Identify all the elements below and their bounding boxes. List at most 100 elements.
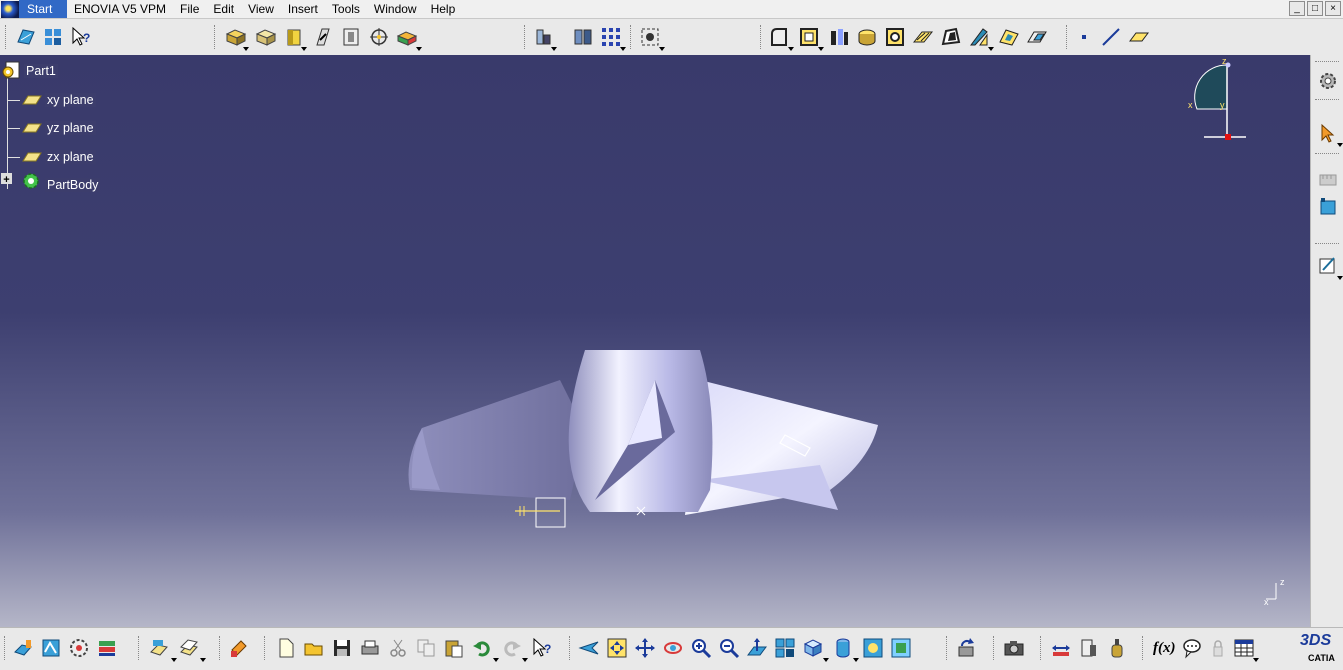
insert-body-icon[interactable] — [533, 26, 555, 48]
apply-material-icon[interactable] — [228, 637, 250, 659]
draft-icon[interactable] — [828, 26, 850, 48]
toolbar-grip[interactable] — [1066, 25, 1069, 49]
tree-node-part1[interactable]: Part1 — [24, 64, 58, 78]
3d-viewport[interactable]: Part1 xy plane yz plane zx plane + PartB… — [0, 55, 1310, 627]
toolbar-grip[interactable] — [219, 636, 222, 660]
hide-show-icon[interactable] — [862, 637, 884, 659]
geometry-icon[interactable] — [12, 637, 34, 659]
formula-icon[interactable]: f(x) — [1153, 640, 1176, 657]
toolbar-grip[interactable] — [1315, 243, 1339, 246]
toolbar-grip[interactable] — [993, 636, 996, 660]
new-file-icon[interactable] — [275, 637, 297, 659]
menu-tools[interactable]: Tools — [325, 0, 367, 18]
toolbar-grip[interactable] — [524, 25, 527, 49]
zx-plane-icon[interactable] — [22, 152, 42, 162]
zoom-in-icon[interactable] — [690, 637, 712, 659]
help-icon[interactable]: ? — [531, 637, 553, 659]
tree-node-partbody[interactable]: PartBody — [45, 178, 101, 192]
toolbar-grip[interactable] — [1040, 636, 1043, 660]
boolean-icon[interactable] — [572, 26, 594, 48]
menu-file[interactable]: File — [173, 0, 206, 18]
select-arrow-icon[interactable] — [1317, 122, 1339, 144]
thickness-icon[interactable] — [884, 26, 906, 48]
menu-help[interactable]: Help — [424, 0, 463, 18]
open-folder-icon[interactable] — [303, 637, 325, 659]
toolbar-grip[interactable] — [214, 25, 217, 49]
minimize-button[interactable]: _ — [1289, 1, 1305, 16]
measure-between-icon[interactable] — [1050, 637, 1072, 659]
yz-plane-icon[interactable] — [22, 123, 42, 133]
pocket-icon[interactable] — [255, 26, 277, 48]
gear-wheel-icon[interactable] — [68, 637, 90, 659]
toolbar-grip[interactable] — [5, 25, 8, 49]
update-icon[interactable] — [955, 637, 977, 659]
lock-icon[interactable] — [1207, 637, 1229, 659]
shaft-icon[interactable] — [283, 26, 305, 48]
zoom-out-icon[interactable] — [718, 637, 740, 659]
pad-icon[interactable] — [225, 26, 247, 48]
toolbar-grip[interactable] — [630, 25, 633, 49]
save-icon[interactable] — [331, 637, 353, 659]
plane-icon[interactable] — [1128, 26, 1150, 48]
redo-icon[interactable] — [501, 637, 523, 659]
menu-enovia[interactable]: ENOVIA V5 VPM — [67, 0, 173, 18]
toolbar-grip[interactable] — [138, 636, 141, 660]
measure-icon[interactable] — [1317, 167, 1339, 189]
sketcher-gear-icon[interactable] — [1317, 70, 1339, 92]
undo-icon[interactable] — [471, 637, 493, 659]
rotate-icon[interactable] — [662, 637, 684, 659]
expand-partbody-toggle[interactable]: + — [1, 173, 12, 186]
compass-widget[interactable]: z x y — [1180, 57, 1250, 143]
stiffener-icon[interactable] — [340, 26, 362, 48]
chamfer-icon[interactable] — [798, 26, 820, 48]
toolbar-grip[interactable] — [264, 636, 267, 660]
fit-all-in-icon[interactable] — [606, 637, 628, 659]
rib-icon[interactable] — [312, 26, 334, 48]
close-button[interactable]: × — [1325, 1, 1341, 16]
fit-all-icon[interactable] — [639, 26, 661, 48]
fly-mode-icon[interactable] — [578, 637, 600, 659]
sketch-analysis-icon[interactable] — [1317, 255, 1339, 277]
tree-node-xy-plane[interactable]: xy plane — [45, 93, 96, 107]
3d-part-model[interactable] — [400, 350, 890, 530]
remove-face-icon[interactable] — [940, 26, 962, 48]
toolbar-grip[interactable] — [1315, 61, 1339, 64]
whats-this-icon[interactable]: ? — [70, 26, 92, 48]
toolbar-grip[interactable] — [569, 636, 572, 660]
camera-icon[interactable] — [1003, 637, 1025, 659]
hole-icon[interactable] — [368, 26, 390, 48]
menu-window[interactable]: Window — [367, 0, 424, 18]
cut-icon[interactable] — [387, 637, 409, 659]
measure-item-icon[interactable] — [1078, 637, 1100, 659]
constraint-icon[interactable] — [1317, 195, 1339, 217]
line-icon[interactable] — [1100, 26, 1122, 48]
toolbar-grip[interactable] — [1142, 636, 1145, 660]
sew-surface-icon[interactable] — [1026, 26, 1048, 48]
analysis-icon[interactable] — [40, 637, 62, 659]
shell-icon[interactable] — [856, 26, 878, 48]
fillet-icon[interactable] — [768, 26, 790, 48]
tree-node-zx-plane[interactable]: zx plane — [45, 150, 96, 164]
print-icon[interactable] — [359, 637, 381, 659]
toolbar-grip[interactable] — [946, 636, 949, 660]
menu-view[interactable]: View — [241, 0, 281, 18]
toolbar-grip[interactable] — [760, 25, 763, 49]
menu-insert[interactable]: Insert — [281, 0, 325, 18]
toolbar-grip[interactable] — [1315, 99, 1339, 102]
paste-icon[interactable] — [443, 637, 465, 659]
sketch-icon[interactable] — [15, 26, 37, 48]
menu-start[interactable]: Start — [19, 0, 67, 18]
partbody-gear-icon[interactable] — [20, 171, 42, 191]
tree-node-yz-plane[interactable]: yz plane — [45, 121, 96, 135]
pattern-icon[interactable] — [600, 26, 622, 48]
pan-icon[interactable] — [634, 637, 656, 659]
render-style-icon[interactable] — [832, 637, 854, 659]
normal-view-icon[interactable] — [746, 637, 768, 659]
swap-space-icon[interactable] — [890, 637, 912, 659]
replace-face-icon[interactable] — [968, 26, 990, 48]
table-icon[interactable] — [1233, 637, 1255, 659]
catalog-icon[interactable] — [148, 637, 170, 659]
thread-icon[interactable] — [912, 26, 934, 48]
library-icon[interactable] — [178, 637, 200, 659]
copy-icon[interactable] — [415, 637, 437, 659]
